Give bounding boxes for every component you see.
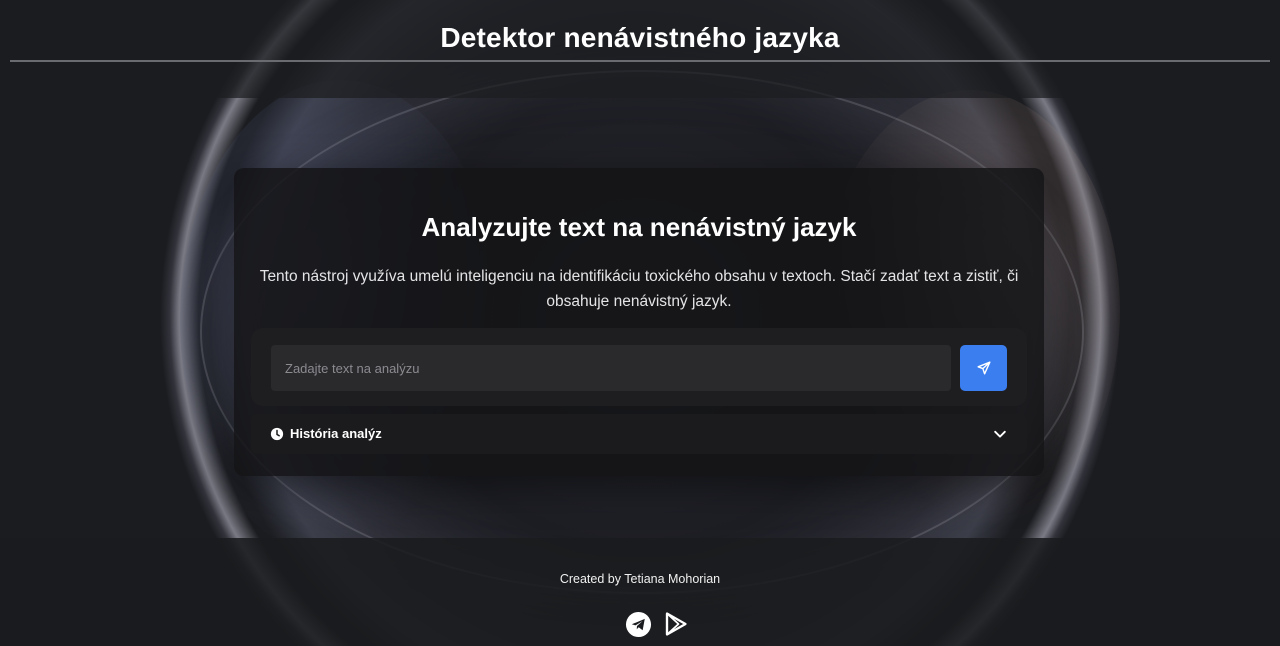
page-title: Detektor nenávistného jazyka bbox=[440, 22, 840, 53]
card-description: Tento nástroj využíva umelú inteligenciu… bbox=[259, 268, 1019, 310]
page: Detektor nenávistného jazyka Analyzujte … bbox=[0, 0, 1280, 646]
footer-credit: Created by Tetiana Mohorian bbox=[559, 572, 721, 586]
chevron-down-icon bbox=[993, 427, 1007, 441]
google-play-icon bbox=[663, 611, 689, 637]
header-divider bbox=[10, 60, 1270, 62]
send-icon bbox=[976, 361, 991, 375]
google-play-link[interactable] bbox=[662, 610, 690, 638]
input-panel bbox=[251, 328, 1027, 406]
send-button[interactable] bbox=[960, 345, 1007, 391]
header: Detektor nenávistného jazyka bbox=[0, 0, 1280, 98]
history-label: História analýz bbox=[290, 426, 382, 441]
telegram-link[interactable] bbox=[624, 610, 652, 638]
telegram-icon bbox=[625, 611, 652, 638]
text-input[interactable] bbox=[271, 345, 951, 391]
card-title: Analyzujte text na nenávistný jazyk bbox=[421, 212, 857, 242]
analyzer-card: Analyzujte text na nenávistný jazyk Tent… bbox=[234, 168, 1044, 476]
history-toggle[interactable]: História analýz bbox=[251, 414, 1027, 454]
clock-icon bbox=[270, 427, 284, 441]
footer: Created by Tetiana Mohorian bbox=[0, 538, 1280, 646]
